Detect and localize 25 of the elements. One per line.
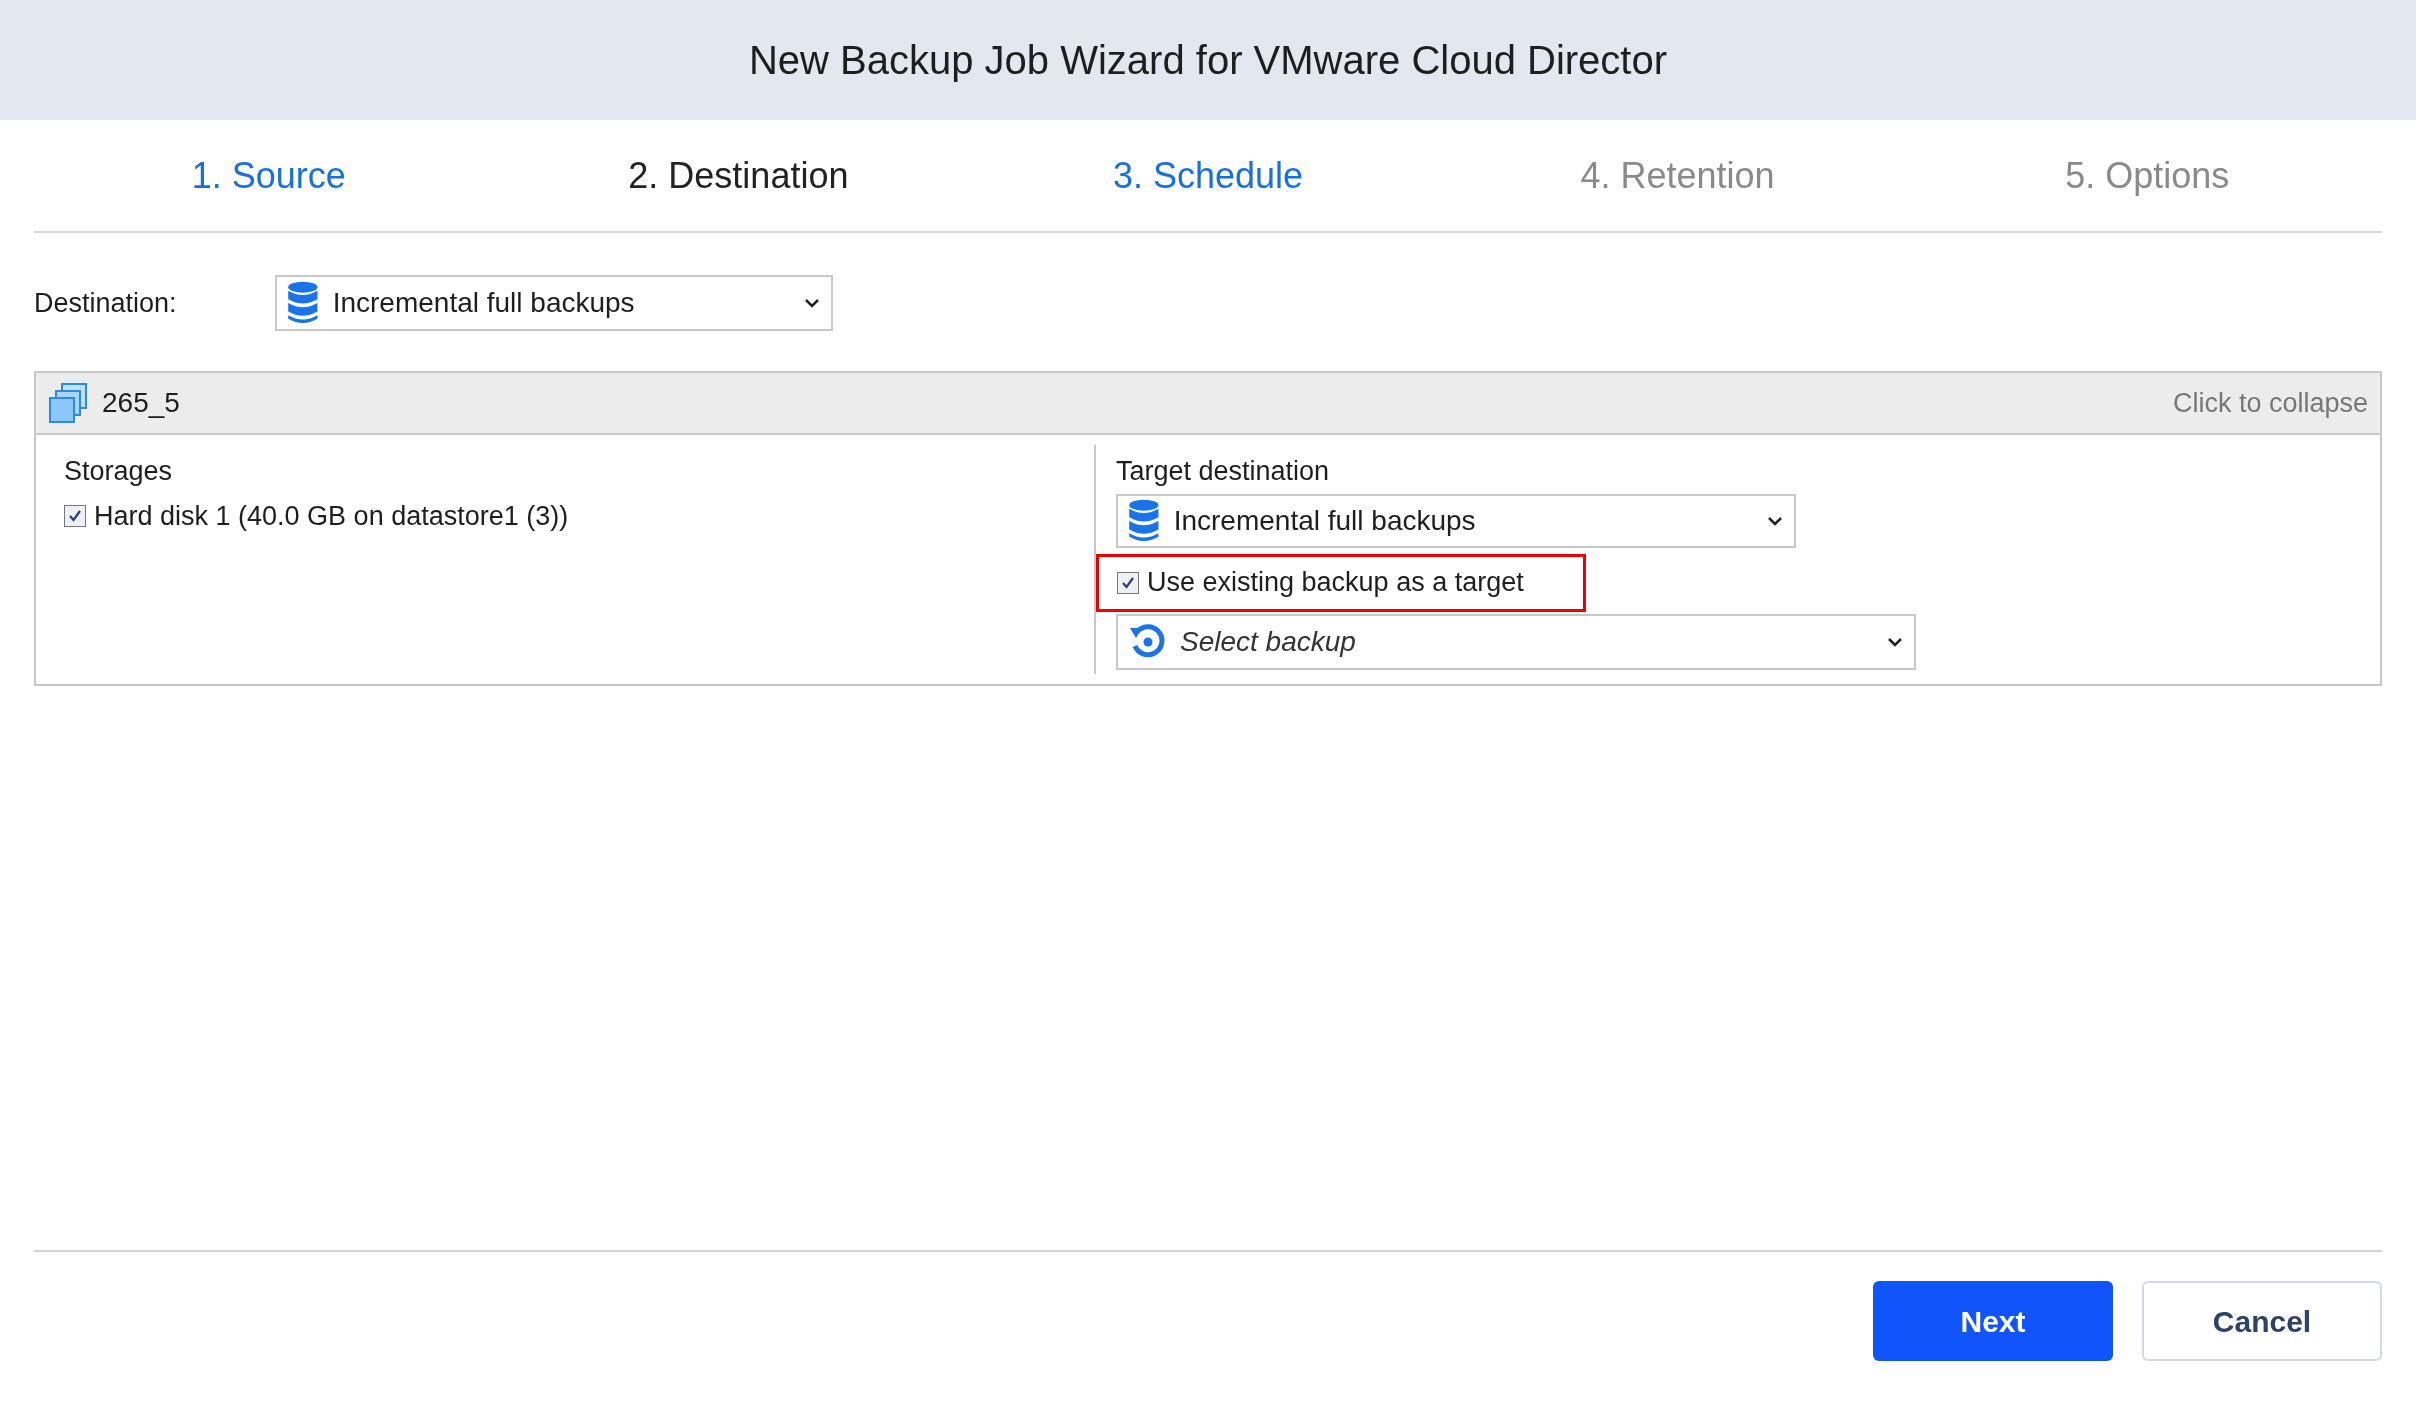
storage-label: Hard disk 1 (40.0 GB on datastore1 (3)) xyxy=(94,499,569,533)
vm-name: 265_5 xyxy=(102,386,181,420)
database-icon xyxy=(1128,498,1160,543)
destination-dropdown[interactable]: Incremental full backups xyxy=(275,275,833,331)
panel-header[interactable]: 265_5 Click to collapse xyxy=(36,373,2380,435)
storages-heading: Storages xyxy=(64,455,174,488)
target-destination-label: Target destination xyxy=(1116,455,1331,488)
use-existing-label: Use existing backup as a target xyxy=(1147,566,1524,600)
target-dropdown[interactable]: Incremental full backups xyxy=(1116,493,1796,548)
collapse-hint[interactable]: Click to collapse xyxy=(2172,382,2368,424)
wizard-step-tab[interactable]: 2. Destination xyxy=(628,148,849,203)
destination-label: Destination: xyxy=(34,286,178,320)
vm-icon xyxy=(48,382,90,424)
caret-icon xyxy=(1766,514,1784,527)
wizard-step-tab[interactable]: 1. Source xyxy=(191,148,346,203)
caret-icon xyxy=(1886,635,1904,648)
next-button[interactable]: Next xyxy=(1873,1281,2113,1361)
select-backup-dropdown[interactable]: Select backup xyxy=(1116,613,1916,670)
wizard-step-tab[interactable]: 3. Schedule xyxy=(1112,148,1304,203)
caret-icon xyxy=(803,297,821,309)
checkbox[interactable] xyxy=(64,504,86,527)
checkbox[interactable] xyxy=(1117,571,1139,594)
window-title: New Backup Job Wizard for VMware Cloud Director xyxy=(748,37,1668,84)
database-icon xyxy=(287,281,319,325)
cancel-button[interactable]: Cancel xyxy=(2142,1281,2382,1361)
